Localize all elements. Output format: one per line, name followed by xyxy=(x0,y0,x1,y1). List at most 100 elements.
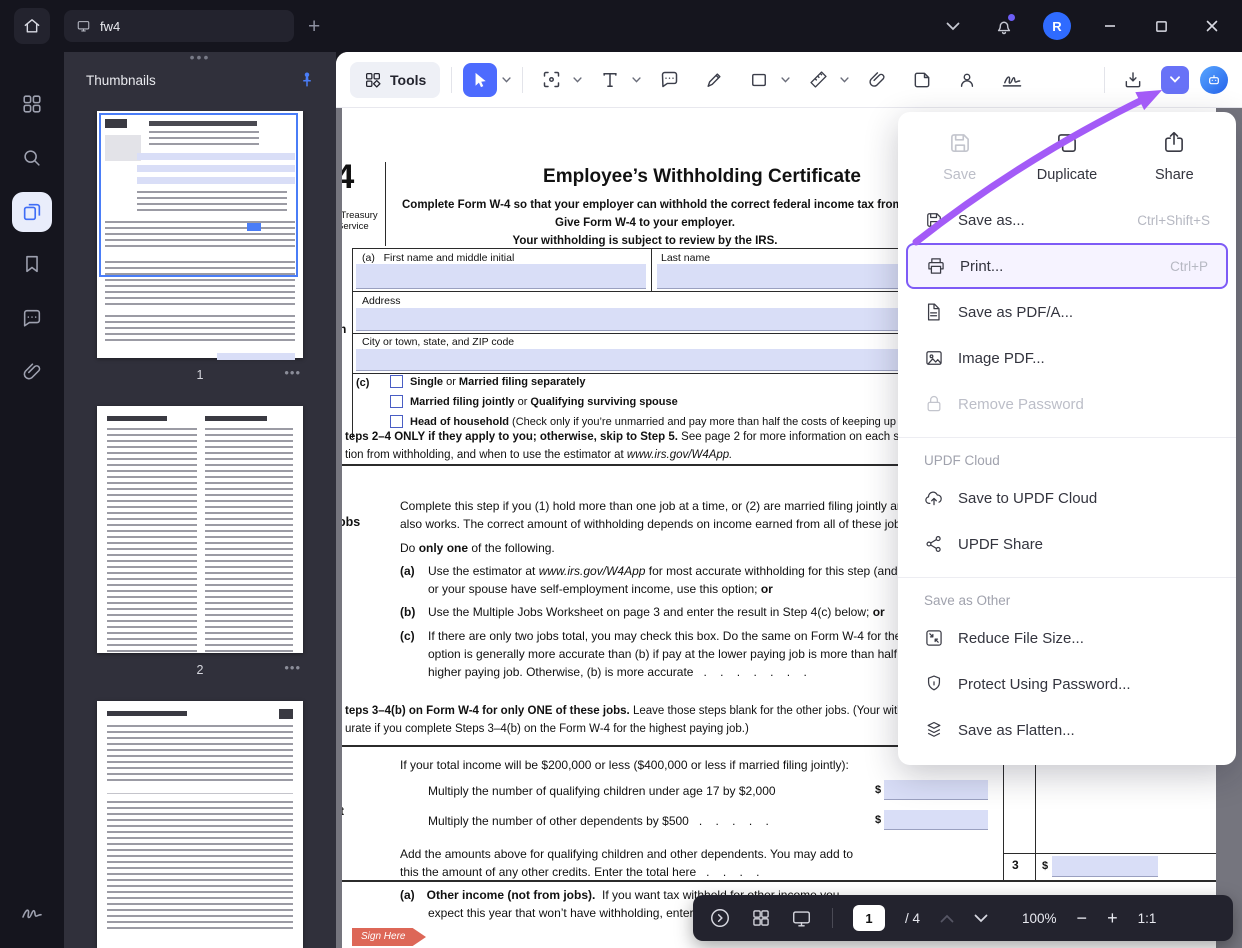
menu-item-reduce-file-size[interactable]: Reduce File Size... xyxy=(906,615,1228,661)
page-thumbnail-3[interactable] xyxy=(97,701,303,948)
comment-tool-button[interactable] xyxy=(652,63,686,97)
close-button[interactable] xyxy=(1200,14,1224,38)
thumbnails-panel: ••• Thumbnails xyxy=(64,52,336,948)
shape-tool-dropdown[interactable] xyxy=(781,77,790,83)
step2-label-fragment: obs xyxy=(342,515,360,529)
title-bar: fw4 + R xyxy=(0,0,1242,52)
sidebar-item-bookmarks[interactable] xyxy=(10,242,54,286)
presentation-button[interactable] xyxy=(791,909,812,928)
checkbox-single[interactable] xyxy=(390,375,403,388)
editor-toolbar: Tools xyxy=(336,52,1242,108)
checkbox-married-jointly[interactable] xyxy=(390,395,403,408)
measure-tool-button[interactable] xyxy=(801,63,835,97)
last-name-label: Last name xyxy=(661,252,710,264)
chevron-down-icon xyxy=(1170,76,1180,83)
zoom-level-label[interactable]: 100% xyxy=(1022,911,1057,926)
comment-bubble-icon xyxy=(659,69,680,90)
step3-row-number: 3 xyxy=(1012,858,1019,872)
menu-item-protect-password[interactable]: Protect Using Password... xyxy=(906,661,1228,707)
grid-icon xyxy=(21,93,43,115)
crop-tool-button[interactable] xyxy=(534,63,568,97)
menu-item-updf-share[interactable]: UPDF Share xyxy=(906,521,1228,567)
sidebar-item-comments[interactable] xyxy=(10,296,54,340)
step2-line2: also works. The correct amount of withho… xyxy=(400,517,910,531)
crop-tool-dropdown[interactable] xyxy=(573,77,582,83)
page-thumbnail-1[interactable] xyxy=(97,111,303,358)
new-tab-button[interactable]: + xyxy=(308,16,320,37)
pen-icon xyxy=(704,70,724,90)
contact-tool-button[interactable] xyxy=(950,63,984,97)
signature-tool-button[interactable] xyxy=(995,63,1029,97)
pen-tool-button[interactable] xyxy=(697,63,731,97)
pin-icon[interactable] xyxy=(298,71,316,89)
zoom-out-button[interactable]: − xyxy=(1077,909,1088,927)
next-page-button[interactable] xyxy=(974,914,988,923)
thumbnail-more-button[interactable]: ••• xyxy=(284,365,301,380)
thumbnail-list: 1 ••• 2 ••• xyxy=(64,111,336,948)
minimize-button[interactable] xyxy=(1098,14,1122,38)
menu-item-save-to-cloud[interactable]: Save to UPDF Cloud xyxy=(906,475,1228,521)
home-button[interactable] xyxy=(14,8,50,44)
children-amount-field[interactable] xyxy=(884,780,988,800)
menu-item-print[interactable]: Print... Ctrl+P xyxy=(906,243,1228,289)
image-pdf-icon xyxy=(924,348,944,368)
menu-item-save-as[interactable]: Save as... Ctrl+Shift+S xyxy=(906,197,1228,243)
shape-tool-button[interactable] xyxy=(742,63,776,97)
page-total-label: / 4 xyxy=(905,911,920,926)
step2c-label: (c) xyxy=(400,629,415,643)
checkbox-head-of-household[interactable] xyxy=(390,415,403,428)
export-tool-button[interactable] xyxy=(1116,63,1150,97)
sidebar-item-search[interactable] xyxy=(10,136,54,180)
total-credits-field[interactable] xyxy=(1052,856,1158,877)
grid-view-button[interactable] xyxy=(751,908,771,928)
menu-duplicate-action[interactable]: Duplicate xyxy=(1013,130,1120,183)
page-thumbnail-2[interactable] xyxy=(97,406,303,653)
thumbnail-more-button[interactable]: ••• xyxy=(284,660,301,675)
menu-share-action[interactable]: Share xyxy=(1121,130,1228,183)
notifications-button[interactable] xyxy=(992,14,1016,38)
sticker-tool-button[interactable] xyxy=(905,63,939,97)
sticker-icon xyxy=(912,70,932,90)
select-tool-button[interactable] xyxy=(463,63,497,97)
sign-here-ribbon[interactable]: Sign Here xyxy=(352,928,426,946)
step2-do-line: Do only one of the following. xyxy=(400,541,555,555)
menu-item-save-as-flatten[interactable]: Save as Flatten... xyxy=(906,707,1228,753)
export-dropdown-button[interactable] xyxy=(1161,66,1189,94)
form-subtitle-2: Give Form W-4 to your employer. xyxy=(402,217,888,229)
page-number-input[interactable] xyxy=(853,905,885,931)
measure-tool-dropdown[interactable] xyxy=(840,77,849,83)
sidebar-item-apps[interactable] xyxy=(10,82,54,126)
attach-tool-button[interactable] xyxy=(860,63,894,97)
ai-assistant-button[interactable] xyxy=(1200,66,1228,94)
menu-quick-actions: Save Duplicate Share xyxy=(898,122,1236,197)
cloud-upload-icon xyxy=(924,488,944,508)
step2c-line3: higher paying job. Otherwise, (b) is mor… xyxy=(428,665,807,679)
ai-robot-icon xyxy=(1206,72,1222,88)
sidebar-item-thumbnails[interactable] xyxy=(12,192,52,232)
sidebar-item-signature[interactable] xyxy=(10,890,54,934)
tabs-dropdown-button[interactable] xyxy=(941,14,965,38)
first-name-field[interactable] xyxy=(356,264,646,289)
form-title: Employee’s Withholding Certificate xyxy=(462,166,942,188)
menu-item-save-as-pdfa[interactable]: Save as PDF/A... xyxy=(906,289,1228,335)
bookmark-icon xyxy=(21,253,43,275)
tools-button[interactable]: Tools xyxy=(350,62,440,98)
step2-line1: Complete this step if you (1) hold more … xyxy=(400,499,979,513)
actual-size-button[interactable]: 1:1 xyxy=(1138,911,1157,926)
menu-item-image-pdf[interactable]: Image PDF... xyxy=(906,335,1228,381)
account-avatar[interactable]: R xyxy=(1043,12,1071,40)
panel-drag-handle[interactable]: ••• xyxy=(64,52,336,65)
select-tool-dropdown[interactable] xyxy=(502,77,511,83)
text-tool-dropdown[interactable] xyxy=(632,77,641,83)
maximize-button[interactable] xyxy=(1149,14,1173,38)
sidebar-item-attachments[interactable] xyxy=(10,350,54,394)
document-tab[interactable]: fw4 xyxy=(64,10,294,42)
expand-panel-button[interactable] xyxy=(709,907,731,929)
dependents-amount-field[interactable] xyxy=(884,810,988,830)
viewport-indicator[interactable] xyxy=(99,113,298,277)
filing-status-label: (c) xyxy=(356,377,369,389)
step3-add-line2: this the amount of any other credits. En… xyxy=(400,865,760,879)
previous-page-button[interactable] xyxy=(940,914,954,923)
zoom-in-button[interactable]: + xyxy=(1107,909,1118,927)
text-tool-button[interactable] xyxy=(593,63,627,97)
